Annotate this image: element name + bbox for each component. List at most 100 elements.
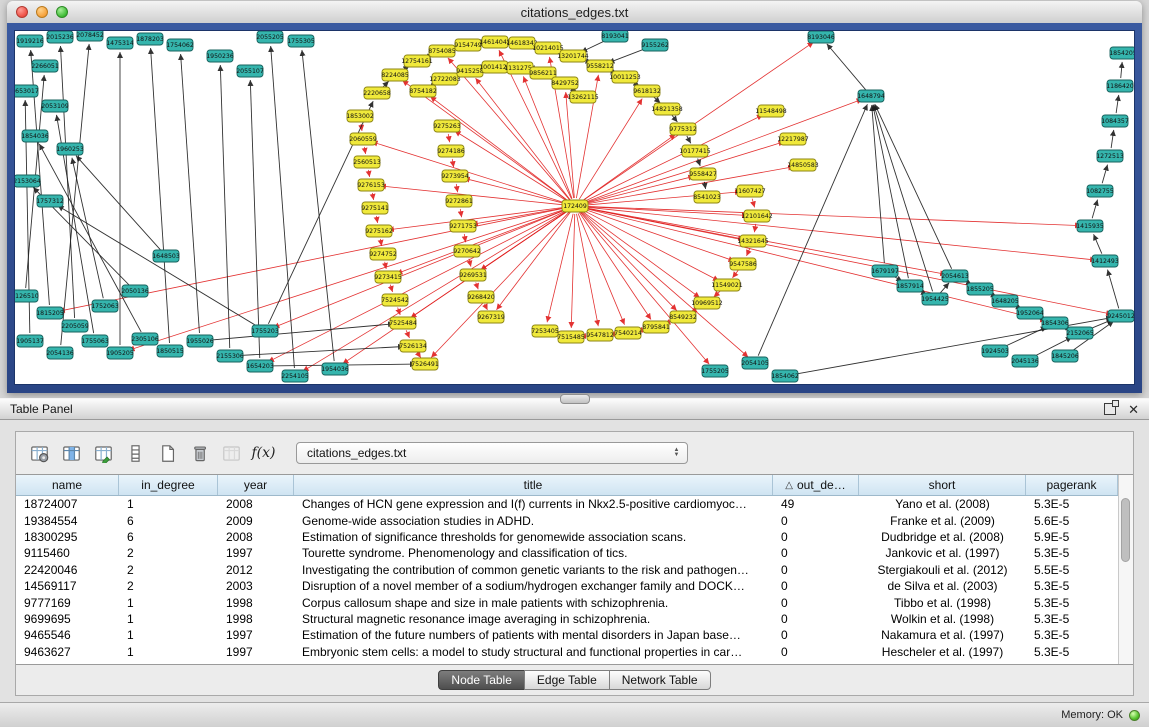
graph-node[interactable]: 8549232: [669, 311, 697, 323]
graph-node[interactable]: 1924503: [981, 345, 1009, 357]
graph-node[interactable]: 9275162: [365, 225, 393, 237]
graph-node[interactable]: 1272513: [1096, 150, 1124, 162]
graph-node[interactable]: 9271753: [449, 220, 477, 232]
graph-node[interactable]: 7524542: [381, 294, 409, 306]
graph-node[interactable]: 9273415: [374, 271, 402, 283]
graph-node[interactable]: 8224085: [381, 69, 409, 81]
table-row[interactable]: 1456911722003Disruption of a novel membe…: [16, 578, 1118, 594]
graph-node[interactable]: 1755305: [287, 35, 315, 47]
column-header-out_de[interactable]: △out_de…: [773, 475, 859, 495]
zoom-window-button[interactable]: [56, 6, 68, 18]
graph-node[interactable]: 1755205: [701, 365, 729, 377]
delete-table-button[interactable]: [186, 440, 213, 467]
graph-node[interactable]: 9775312: [669, 123, 697, 135]
graph-node[interactable]: 8193041: [601, 31, 629, 42]
graph-node[interactable]: 10177415: [679, 145, 711, 157]
table-selector-dropdown[interactable]: citations_edges.txt ▲ ▼: [296, 442, 688, 464]
table-row[interactable]: 1938455462009Genome-wide association stu…: [16, 512, 1118, 528]
graph-node[interactable]: 2053109: [41, 100, 69, 112]
table-row[interactable]: 911546021997Tourette syndrome. Phenomeno…: [16, 545, 1118, 561]
graph-node[interactable]: 9274752: [369, 248, 397, 260]
tab-edge-table[interactable]: Edge Table: [524, 670, 610, 690]
graph-node[interactable]: 12101642: [741, 210, 773, 222]
graph-node[interactable]: 14821358: [651, 103, 683, 115]
graph-node[interactable]: 9272861: [445, 195, 473, 207]
graph-node[interactable]: 1960253: [56, 143, 84, 155]
graph-node[interactable]: 9275141: [361, 202, 389, 214]
table-row[interactable]: 946554611997Estimation of the future num…: [16, 627, 1118, 643]
graph-node[interactable]: 9273954: [441, 170, 469, 182]
tab-node-table[interactable]: Node Table: [438, 670, 525, 690]
graph-node[interactable]: 8754182: [409, 85, 437, 97]
row-height-button[interactable]: [122, 440, 149, 467]
column-header-pagerank[interactable]: pagerank: [1026, 475, 1118, 495]
graph-node[interactable]: 8193046: [807, 31, 835, 43]
graph-node[interactable]: 1950236: [206, 50, 234, 62]
graph-node[interactable]: 7253405: [531, 325, 559, 337]
column-header-name[interactable]: name: [16, 475, 119, 495]
scrollbar-thumb[interactable]: [1121, 498, 1130, 562]
graph-node[interactable]: 2060559: [349, 133, 377, 145]
graph-node[interactable]: 1954036: [321, 363, 349, 375]
graph-node[interactable]: 1853002: [346, 110, 374, 122]
graph-node[interactable]: 8541023: [693, 191, 721, 203]
graph-node[interactable]: 1954425: [921, 293, 949, 305]
graph-node[interactable]: 11549021: [711, 279, 743, 291]
graph-node[interactable]: 1919216: [16, 35, 44, 47]
table-row[interactable]: 969969511998Structural magnetic resonanc…: [16, 611, 1118, 627]
graph-node[interactable]: 1757312: [36, 195, 64, 207]
graph-node[interactable]: 1905137: [16, 335, 44, 347]
graph-node[interactable]: 9155262: [641, 39, 669, 51]
graph-node[interactable]: 2015236: [46, 31, 74, 43]
graph-node[interactable]: 1084357: [1101, 115, 1129, 127]
graph-node[interactable]: 14850583: [787, 159, 819, 171]
graph-node[interactable]: 2050136: [121, 285, 149, 297]
graph-node[interactable]: 2560513: [353, 156, 381, 168]
graph-node[interactable]: 9558427: [689, 168, 717, 180]
graph-node[interactable]: 1854205: [1109, 47, 1135, 59]
graph-node[interactable]: 1952064: [1016, 307, 1044, 319]
graph-node[interactable]: 7525484: [389, 317, 417, 329]
show-columns-button[interactable]: [58, 440, 85, 467]
graph-node[interactable]: 13201744: [557, 50, 589, 62]
graph-node[interactable]: 14321645: [737, 235, 769, 247]
float-panel-icon[interactable]: [1104, 403, 1116, 415]
column-header-short[interactable]: short: [859, 475, 1026, 495]
graph-node[interactable]: 1654203: [246, 360, 274, 372]
close-window-button[interactable]: [16, 6, 28, 18]
graph-node[interactable]: 2054613: [941, 270, 969, 282]
graph-node[interactable]: 8795841: [642, 321, 670, 333]
graph-node[interactable]: 1955026: [186, 335, 214, 347]
graph-node[interactable]: 9270642: [453, 245, 481, 257]
close-panel-icon[interactable]: ✕: [1128, 403, 1139, 416]
graph-node[interactable]: 1648205: [991, 295, 1019, 307]
graph-node[interactable]: 9547586: [729, 258, 757, 270]
graph-node[interactable]: 2055205: [256, 31, 284, 43]
table-row[interactable]: 1830029562008Estimation of significance …: [16, 529, 1118, 545]
graph-node[interactable]: 1905205: [106, 347, 134, 359]
graph-node[interactable]: 1755203: [251, 325, 279, 337]
graph-node[interactable]: 1854062: [771, 370, 799, 382]
graph-node[interactable]: 9276153: [357, 179, 385, 191]
graph-node[interactable]: 9245012: [1107, 310, 1135, 322]
graph-node[interactable]: 1815205: [36, 307, 64, 319]
minimize-window-button[interactable]: [36, 6, 48, 18]
graph-node[interactable]: 2055107: [236, 65, 264, 77]
graph-node[interactable]: 2078452: [76, 31, 104, 41]
table-row[interactable]: 946362711997Embryonic stem cells: a mode…: [16, 644, 1118, 660]
function-builder-button[interactable]: f(x): [250, 440, 277, 467]
graph-node[interactable]: 1854306: [1041, 317, 1069, 329]
table-row[interactable]: 977716911998Corpus callosum shape and si…: [16, 594, 1118, 610]
edit-table-button[interactable]: [90, 440, 117, 467]
graph-node[interactable]: 1475314: [106, 37, 134, 49]
graph-node[interactable]: 1850515: [156, 345, 184, 357]
column-header-in_degree[interactable]: in_degree: [119, 475, 218, 495]
graph-node[interactable]: 12217987: [777, 133, 809, 145]
graph-node[interactable]: 11607427: [734, 185, 766, 197]
graph-node[interactable]: 1878203: [136, 33, 164, 45]
graph-node[interactable]: 8754085: [428, 45, 456, 57]
graph-node[interactable]: 1755063: [81, 335, 109, 347]
graph-node[interactable]: 2054136: [46, 347, 74, 359]
graph-node[interactable]: 1186420: [1106, 80, 1134, 92]
graph-node[interactable]: 9547812: [586, 329, 614, 341]
